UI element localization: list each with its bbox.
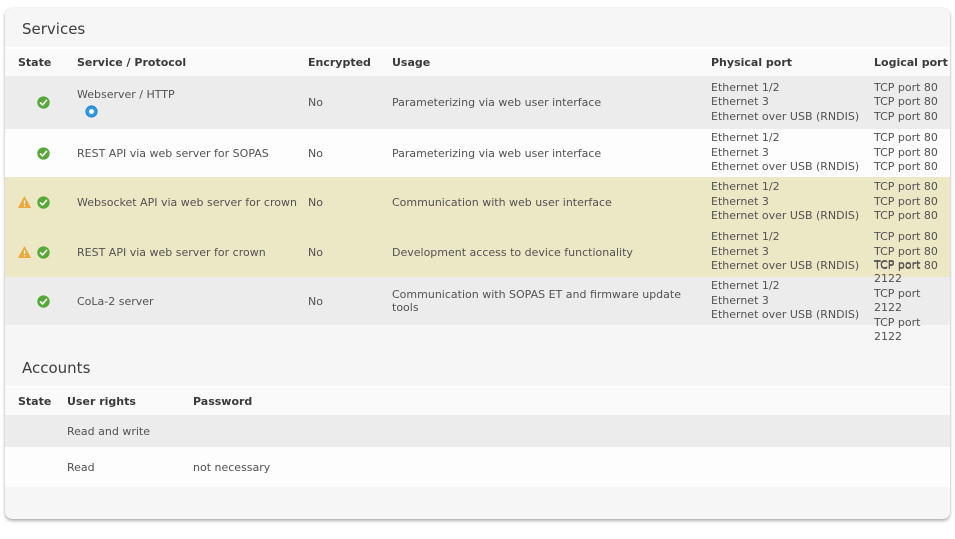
state-cell — [5, 76, 77, 129]
physical-port-cell: Ethernet 1/2 Ethernet 3 Ethernet over US… — [711, 227, 874, 277]
logical-port-line: TCP port 80 — [874, 146, 950, 161]
password-cell: not necessary — [193, 447, 950, 487]
physical-port-cell: Ethernet 1/2 Ethernet 3 Ethernet over US… — [711, 177, 874, 227]
logical-port-cell: TCP port 80 TCP port 80 TCP port 80 — [874, 76, 950, 129]
physical-port-line: Ethernet 1/2 — [711, 81, 874, 96]
logical-port-line: TCP port 80 — [874, 110, 950, 125]
table-row: Read not necessary — [5, 447, 950, 487]
physical-port-line: Ethernet 3 — [711, 146, 874, 161]
state-cell — [5, 129, 77, 177]
logical-port-line: TCP port 80 — [874, 81, 950, 96]
services-col-usage: Usage — [392, 56, 711, 69]
logical-port-cell: TCP port 2122 TCP port 2122 TCP port 212… — [874, 277, 950, 325]
service-cell: REST API via web server for SOPAS — [77, 129, 308, 177]
status-ok-icon — [37, 96, 50, 109]
physical-port-cell: Ethernet 1/2 Ethernet 3 Ethernet over US… — [711, 76, 874, 129]
user-rights-cell: Read and write — [67, 415, 193, 447]
accounts-table-header: State User rights Password — [5, 388, 950, 415]
encrypted-cell: No — [308, 277, 392, 325]
user-rights-cell: Read — [67, 447, 193, 487]
physical-port-cell: Ethernet 1/2 Ethernet 3 Ethernet over US… — [711, 129, 874, 177]
physical-port-line: Ethernet over USB (RNDIS) — [711, 160, 874, 175]
physical-port-line: Ethernet 3 — [711, 195, 874, 210]
table-row: CoLa-2 server No Communication with SOPA… — [5, 277, 950, 325]
table-row: REST API via web server for SOPAS No Par… — [5, 129, 950, 177]
state-cell — [5, 227, 77, 277]
table-row: Websocket API via web server for crown N… — [5, 177, 950, 227]
blue-ring-selection-icon[interactable] — [85, 105, 98, 118]
physical-port-line: Ethernet 3 — [711, 95, 874, 110]
usage-cell: Development access to device functionali… — [392, 227, 711, 277]
service-cell: CoLa-2 server — [77, 277, 308, 325]
logical-port-line: TCP port 80 — [874, 160, 950, 175]
table-row: Webserver / HTTP No Parameterizing via w… — [5, 76, 950, 129]
service-cell: Websocket API via web server for crown — [77, 177, 308, 227]
logical-port-line: TCP port 80 — [874, 95, 950, 110]
usage-cell: Communication with SOPAS ET and firmware… — [392, 277, 711, 325]
state-cell — [5, 447, 67, 487]
physical-port-line: Ethernet 1/2 — [711, 230, 874, 245]
encrypted-cell: No — [308, 129, 392, 177]
encrypted-cell: No — [308, 227, 392, 277]
physical-port-line: Ethernet 3 — [711, 245, 874, 260]
physical-port-line: Ethernet over USB (RNDIS) — [711, 308, 874, 323]
usage-cell: Parameterizing via web user interface — [392, 76, 711, 129]
state-cell — [5, 177, 77, 227]
usage-cell: Communication with web user interface — [392, 177, 711, 227]
logical-port-line: TCP port 80 — [874, 230, 950, 245]
accounts-col-user-rights: User rights — [67, 395, 193, 408]
logical-port-line: TCP port 2122 — [874, 287, 950, 316]
logical-port-line: TCP port 2122 — [874, 258, 950, 287]
logical-port-line: TCP port 80 — [874, 131, 950, 146]
physical-port-line: Ethernet 1/2 — [711, 180, 874, 195]
encrypted-cell: No — [308, 177, 392, 227]
physical-port-line: Ethernet over USB (RNDIS) — [711, 259, 874, 274]
logical-port-line: TCP port 80 — [874, 195, 950, 210]
accounts-section-title: Accounts — [5, 325, 950, 388]
physical-port-line: Ethernet 3 — [711, 294, 874, 309]
accounts-col-state: State — [5, 395, 67, 408]
logical-port-cell: TCP port 80 TCP port 80 TCP port 80 — [874, 177, 950, 227]
status-ok-icon — [37, 196, 50, 209]
logical-port-cell: TCP port 80 TCP port 80 TCP port 80 — [874, 129, 950, 177]
physical-port-cell: Ethernet 1/2 Ethernet 3 Ethernet over US… — [711, 277, 874, 325]
service-cell: Webserver / HTTP — [77, 76, 308, 129]
logical-port-line: TCP port 80 — [874, 209, 950, 224]
service-name: Webserver / HTTP — [77, 88, 175, 101]
service-cell: REST API via web server for crown — [77, 227, 308, 277]
logical-port-line: TCP port 80 — [874, 180, 950, 195]
status-warning-icon — [18, 196, 31, 209]
services-col-state: State — [5, 56, 77, 69]
services-col-logical-port: Logical port — [874, 56, 950, 69]
status-ok-icon — [37, 295, 50, 308]
physical-port-line: Ethernet over USB (RNDIS) — [711, 209, 874, 224]
services-col-physical-port: Physical port — [711, 56, 874, 69]
password-cell — [193, 415, 950, 447]
services-col-service: Service / Protocol — [77, 56, 308, 69]
status-warning-icon — [18, 246, 31, 259]
services-section-title: Services — [5, 8, 950, 49]
settings-panel: Services State Service / Protocol Encryp… — [5, 8, 950, 519]
status-ok-icon — [37, 147, 50, 160]
logical-port-line: TCP port 2122 — [874, 316, 950, 345]
encrypted-cell: No — [308, 76, 392, 129]
services-table-header: State Service / Protocol Encrypted Usage… — [5, 49, 950, 76]
state-cell — [5, 415, 67, 447]
services-col-encrypted: Encrypted — [308, 56, 392, 69]
physical-port-line: Ethernet 1/2 — [711, 131, 874, 146]
state-cell — [5, 277, 77, 325]
physical-port-line: Ethernet 1/2 — [711, 279, 874, 294]
accounts-col-password: Password — [193, 395, 950, 408]
table-row: REST API via web server for crown No Dev… — [5, 227, 950, 277]
status-ok-icon — [37, 246, 50, 259]
physical-port-line: Ethernet over USB (RNDIS) — [711, 110, 874, 125]
table-row: Read and write — [5, 415, 950, 447]
usage-cell: Parameterizing via web user interface — [392, 129, 711, 177]
